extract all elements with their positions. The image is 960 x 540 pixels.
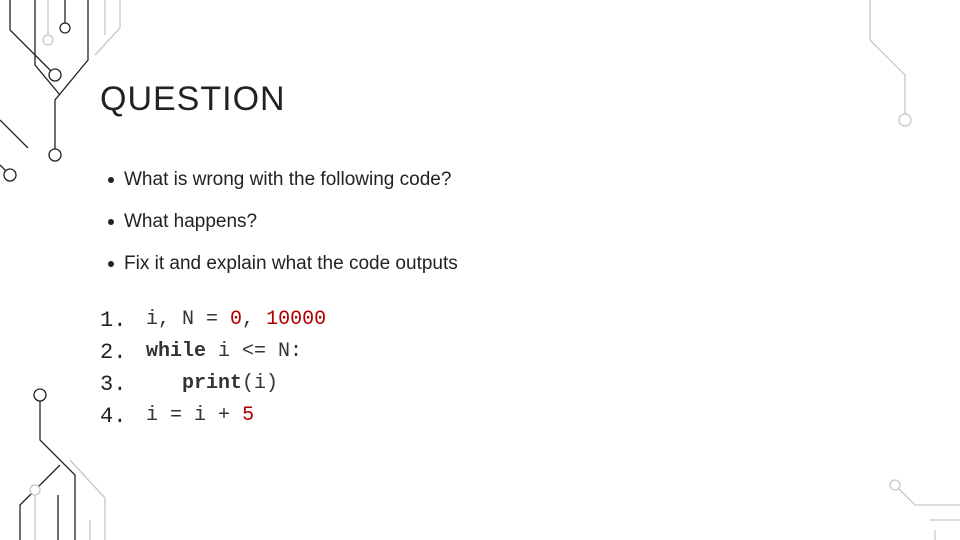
bullet-dot-icon [108, 177, 114, 183]
code-text: i = i + 5 [146, 401, 254, 433]
code-text: i, N = 0, 10000 [146, 305, 326, 337]
line-number: 2. [100, 337, 146, 369]
bullet-item: Fix it and explain what the code outputs [108, 253, 960, 275]
code-text: print(i) [146, 369, 278, 401]
bullet-dot-icon [108, 219, 114, 225]
bullet-item: What is wrong with the following code? [108, 169, 960, 191]
bullet-text: What is wrong with the following code? [124, 169, 451, 191]
line-number: 3. [100, 369, 146, 401]
bullet-list: What is wrong with the following code? W… [108, 169, 960, 275]
code-text: while i <= N: [146, 337, 302, 369]
code-line: 2. while i <= N: [100, 337, 960, 369]
slide-title: QUESTION [100, 80, 960, 119]
bullet-text: What happens? [124, 211, 257, 233]
line-number: 1. [100, 305, 146, 337]
slide: QUESTION What is wrong with the followin… [0, 0, 960, 540]
bullet-text: Fix it and explain what the code outputs [124, 253, 458, 275]
bullet-dot-icon [108, 261, 114, 267]
code-line: 3. print(i) [100, 369, 960, 401]
line-number: 4. [100, 401, 146, 433]
bullet-item: What happens? [108, 211, 960, 233]
code-line: 1. i, N = 0, 10000 [100, 305, 960, 337]
code-block: 1. i, N = 0, 10000 2. while i <= N: 3. p… [100, 305, 960, 433]
code-line: 4. i = i + 5 [100, 401, 960, 433]
